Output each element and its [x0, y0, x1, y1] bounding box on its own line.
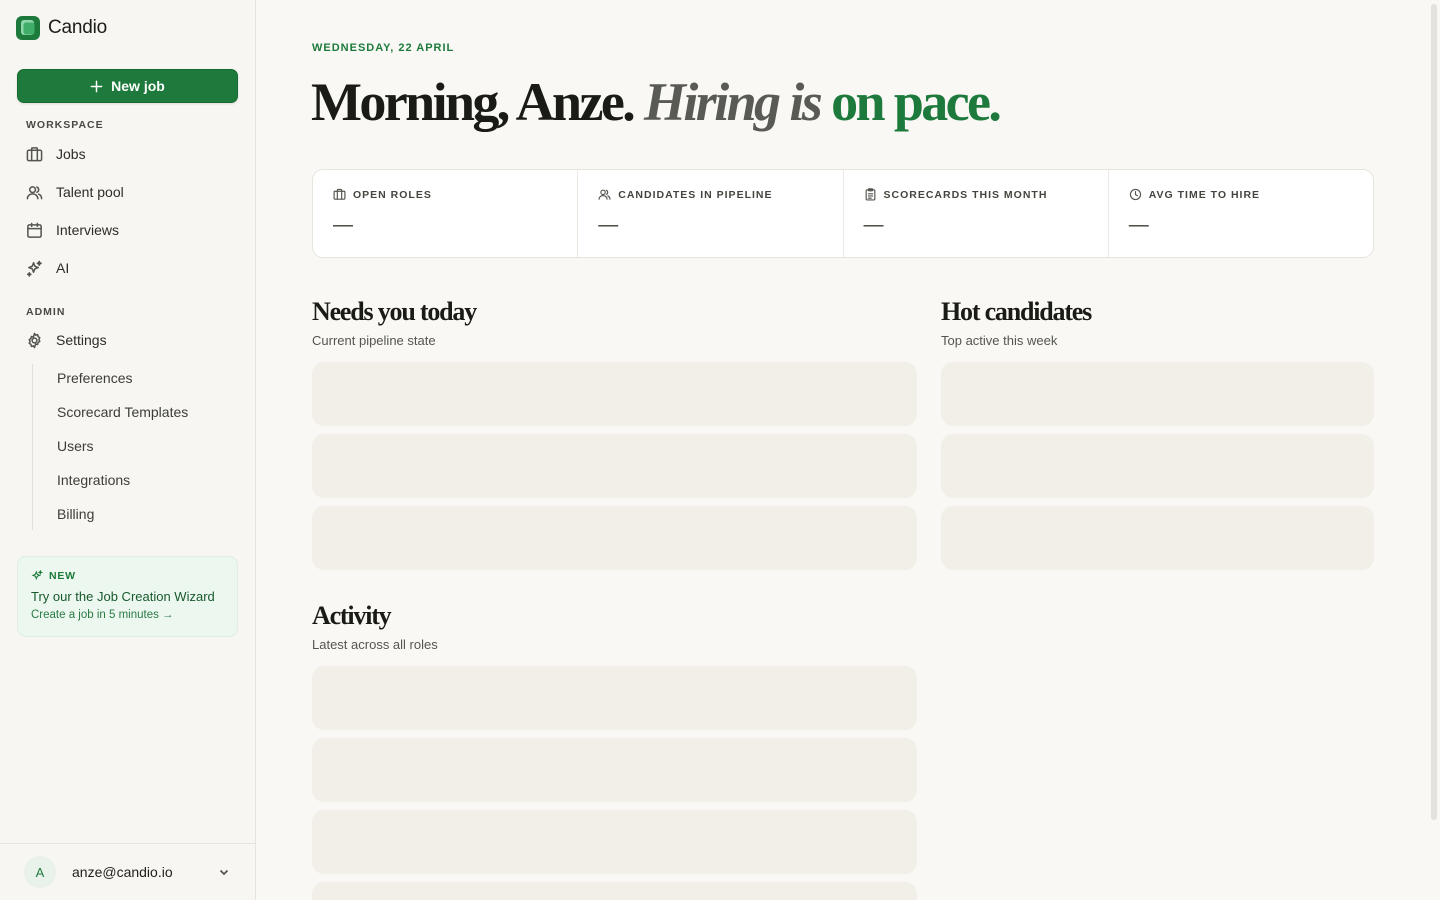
stat-open-roles: OPEN ROLES — — [313, 170, 579, 257]
activity-title: Activity — [312, 601, 392, 630]
avatar: A — [24, 856, 56, 888]
stat-avg-time-to-hire: AVG TIME TO HIRE — — [1109, 170, 1373, 257]
date-label: WEDNESDAY, 22 APRIL — [312, 42, 455, 54]
stats-panel: OPEN ROLES — CANDIDATES IN PIPELINE — SC… — [312, 169, 1374, 258]
plus-icon — [90, 80, 103, 92]
promo-title: Try our the Job Creation Wizard — [31, 589, 215, 604]
sidebar-item-talent-pool[interactable]: Talent pool — [18, 176, 238, 208]
sidebar: Candio New job WORKSPACE Jobs Talent poo… — [0, 0, 256, 900]
sidebar-item-jobs[interactable]: Jobs — [18, 138, 238, 170]
job-wizard-promo-card[interactable]: NEW Try our the Job Creation Wizard Crea… — [17, 556, 238, 637]
user-menu[interactable]: A anze@candio.io — [0, 843, 255, 900]
subnav-item-users[interactable]: Users — [57, 438, 94, 454]
sidebar-item-label: AI — [56, 260, 70, 276]
briefcase-icon — [26, 146, 43, 161]
stat-label: OPEN ROLES — [353, 188, 432, 201]
sidebar-item-label: Talent pool — [56, 184, 124, 200]
promo-badge: NEW — [31, 570, 237, 582]
subnav-item-billing[interactable]: Billing — [57, 506, 94, 522]
page-scrollbar[interactable] — [1431, 4, 1437, 820]
clipboard-icon — [865, 188, 875, 201]
stat-value: — — [1128, 214, 1149, 236]
user-email: anze@candio.io — [72, 864, 173, 880]
hot-skeleton-row — [941, 506, 1374, 570]
activity-skeleton-row — [312, 882, 917, 900]
promo-link[interactable]: Create a job in 5 minutes → — [31, 609, 237, 621]
stat-value: — — [863, 214, 884, 236]
hot-skeleton-row — [941, 362, 1374, 426]
brand-name: Candio — [48, 17, 108, 38]
sparkles-icon — [26, 260, 42, 277]
hot-candidates-subtitle: Top active this week — [941, 333, 1058, 348]
page-headline: Morning, Anze. Hiring is on pace. — [311, 70, 1002, 134]
headline-status: on pace. — [831, 72, 1002, 132]
activity-skeleton-row — [312, 666, 917, 730]
needs-you-today-title: Needs you today — [312, 297, 477, 326]
users-icon — [598, 189, 611, 200]
stat-label: AVG TIME TO HIRE — [1148, 188, 1261, 201]
sidebar-item-ai[interactable]: AI — [18, 252, 238, 284]
workspace-section-label: WORKSPACE — [26, 119, 104, 131]
stat-label: CANDIDATES IN PIPELINE — [618, 188, 773, 201]
promo-badge-label: NEW — [49, 570, 76, 582]
new-job-label: New job — [111, 78, 165, 94]
subnav-item-scorecard-templates[interactable]: Scorecard Templates — [57, 404, 188, 420]
headline-greeting: Morning, Anze. — [311, 72, 636, 132]
activity-skeleton-row — [312, 810, 917, 874]
stat-value: — — [598, 214, 619, 236]
sidebar-item-settings[interactable]: Settings — [18, 324, 238, 356]
clock-icon — [1129, 188, 1141, 201]
subnav-item-integrations[interactable]: Integrations — [57, 472, 130, 488]
calendar-icon — [27, 222, 42, 238]
sparkles-icon — [31, 570, 43, 581]
hot-skeleton-row — [941, 434, 1374, 498]
users-icon — [26, 185, 43, 199]
candio-logo-icon — [16, 16, 40, 40]
stat-value: — — [333, 214, 353, 236]
activity-skeleton-row — [312, 738, 917, 802]
needs-you-today-subtitle: Current pipeline state — [312, 333, 436, 348]
needs-skeleton-row — [312, 362, 917, 426]
briefcase-icon — [333, 188, 346, 200]
sidebar-item-label: Interviews — [56, 222, 120, 238]
brand[interactable]: Candio — [16, 16, 107, 40]
stat-label: SCORECARDS THIS MONTH — [883, 188, 1048, 201]
gear-icon — [28, 332, 41, 348]
sidebar-item-label: Jobs — [56, 146, 86, 162]
new-job-button[interactable]: New job — [17, 69, 238, 103]
chevron-down-icon — [219, 869, 229, 876]
hot-candidates-title: Hot candidates — [941, 297, 1092, 326]
headline-status-prefix: Hiring is — [644, 72, 823, 132]
needs-skeleton-row — [312, 434, 917, 498]
activity-subtitle: Latest across all roles — [312, 637, 438, 652]
settings-subnav: Preferences Scorecard Templates Users In… — [32, 364, 238, 530]
stat-candidates-in-pipeline: CANDIDATES IN PIPELINE — — [578, 170, 844, 257]
subnav-item-preferences[interactable]: Preferences — [57, 370, 132, 386]
sidebar-item-label: Settings — [56, 332, 107, 348]
sidebar-item-interviews[interactable]: Interviews — [18, 214, 238, 246]
admin-section-label: ADMIN — [26, 306, 66, 318]
needs-skeleton-row — [312, 506, 917, 570]
stat-scorecards-this-month: SCORECARDS THIS MONTH — — [844, 170, 1109, 257]
